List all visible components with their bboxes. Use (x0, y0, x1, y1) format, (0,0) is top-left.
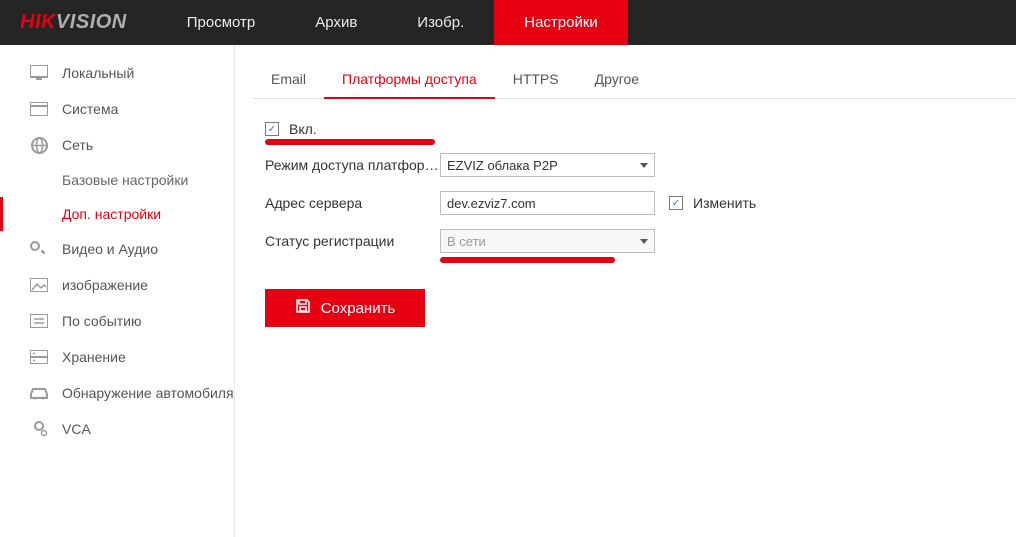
mode-select[interactable]: EZVIZ облака P2P (440, 153, 655, 177)
logo: HIKVISION (0, 0, 157, 45)
car-icon (28, 386, 50, 400)
list-icon (28, 314, 50, 328)
sidebar-item-event[interactable]: По событию (0, 303, 234, 339)
sidebar: Локальный Система Сеть Базовые настройки… (0, 45, 235, 537)
window-icon (28, 102, 50, 116)
modify-checkbox[interactable]: ✓ (669, 196, 683, 210)
sidebar-item-av[interactable]: Видео и Аудио (0, 231, 234, 267)
monitor-icon (28, 65, 50, 81)
row-enable: ✓ Вкл. (265, 121, 1016, 137)
sidebar-item-label: Система (62, 101, 118, 117)
tab-other[interactable]: Другое (577, 63, 657, 98)
row-mode: Режим доступа платфор… EZVIZ облака P2P (265, 153, 1016, 177)
sidebar-item-picture[interactable]: изображение (0, 267, 234, 303)
sidebar-item-label: Видео и Аудио (62, 241, 158, 257)
sidebar-item-vehicle[interactable]: Обнаружение автомобиля (0, 375, 234, 411)
sidebar-item-local[interactable]: Локальный (0, 55, 234, 91)
row-status: Статус регистрации В сети (265, 229, 1016, 253)
save-icon (295, 298, 311, 318)
tab-https[interactable]: HTTPS (495, 63, 577, 98)
sidebar-item-system[interactable]: Система (0, 91, 234, 127)
mode-label: Режим доступа платфор… (265, 157, 440, 173)
modify-label: Изменить (693, 195, 756, 211)
nav-view[interactable]: Просмотр (157, 0, 286, 45)
annotation-redline-2 (440, 257, 615, 263)
annotation-redline-1 (265, 139, 435, 145)
sidebar-item-vca[interactable]: VCA (0, 411, 234, 447)
server-label: Адрес сервера (265, 195, 440, 211)
enable-label: Вкл. (289, 121, 317, 137)
content: Email Платформы доступа HTTPS Другое ✓ В… (235, 45, 1016, 537)
nav-settings[interactable]: Настройки (494, 0, 628, 45)
logo-prefix: HIK (20, 11, 56, 34)
server-input[interactable] (440, 191, 655, 215)
save-button[interactable]: Сохранить (265, 289, 425, 327)
row-server: Адрес сервера ✓ Изменить (265, 191, 1016, 215)
sidebar-item-network[interactable]: Сеть (0, 127, 234, 163)
sidebar-item-label: Локальный (62, 65, 134, 81)
tabs: Email Платформы доступа HTTPS Другое (253, 63, 1016, 99)
header: HIKVISION Просмотр Архив Изобр. Настройк… (0, 0, 1016, 45)
enable-checkbox[interactable]: ✓ (265, 122, 279, 136)
globe-icon (28, 137, 50, 154)
sidebar-item-storage[interactable]: Хранение (0, 339, 234, 375)
storage-icon (28, 350, 50, 364)
body: Локальный Система Сеть Базовые настройки… (0, 45, 1016, 537)
modify-wrap: ✓ Изменить (669, 195, 756, 211)
nav-image[interactable]: Изобр. (387, 0, 494, 45)
tab-email[interactable]: Email (253, 63, 324, 98)
nav-archive[interactable]: Архив (285, 0, 387, 45)
caret-down-icon (640, 163, 648, 168)
form: ✓ Вкл. Режим доступа платфор… EZVIZ обла… (253, 99, 1016, 327)
tab-platform-access[interactable]: Платформы доступа (324, 63, 495, 99)
av-icon (28, 241, 50, 257)
sidebar-item-label: По событию (62, 313, 142, 329)
image-icon (28, 278, 50, 292)
sidebar-item-label: Обнаружение автомобиля (62, 385, 234, 401)
caret-down-icon (640, 239, 648, 244)
logo-suffix: VISION (56, 11, 127, 34)
sidebar-item-label: Сеть (62, 137, 93, 153)
mode-value: EZVIZ облака P2P (447, 158, 558, 173)
top-nav: Просмотр Архив Изобр. Настройки (157, 0, 628, 45)
status-select: В сети (440, 229, 655, 253)
sidebar-sub-basic[interactable]: Базовые настройки (0, 163, 234, 197)
save-label: Сохранить (321, 300, 396, 317)
sidebar-item-label: VCA (62, 421, 91, 437)
sidebar-item-label: Хранение (62, 349, 126, 365)
sidebar-item-label: изображение (62, 277, 148, 293)
status-value: В сети (447, 234, 486, 249)
vca-icon (28, 421, 50, 437)
sidebar-sub-advanced[interactable]: Доп. настройки (0, 197, 234, 231)
status-label: Статус регистрации (265, 233, 440, 249)
